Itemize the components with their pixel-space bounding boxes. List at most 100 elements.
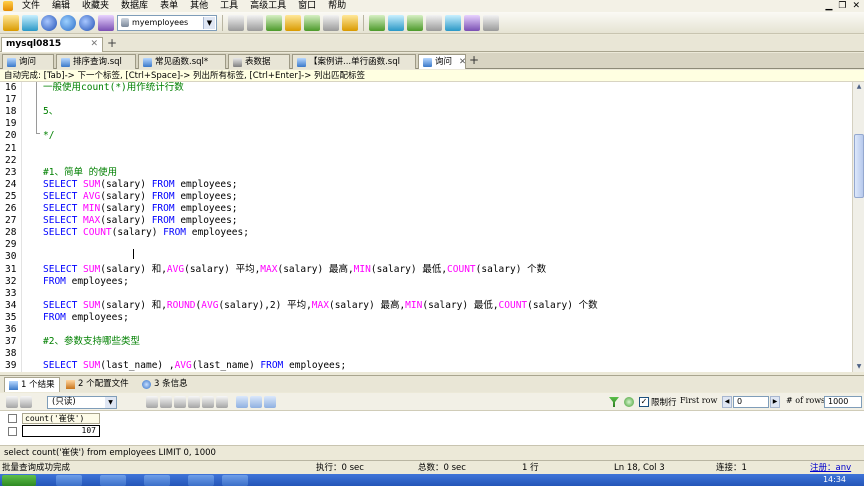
editor-line[interactable]: 29 <box>0 239 852 251</box>
menu-help[interactable]: 帮助 <box>322 0 352 12</box>
taskbar-app-icon[interactable] <box>222 475 248 486</box>
close-icon[interactable]: ✕ <box>459 56 465 69</box>
form-view-icon[interactable] <box>250 395 262 408</box>
execute-all-icon[interactable] <box>60 14 76 31</box>
connection-tab[interactable]: mysql0815 ✕ <box>1 37 103 52</box>
connect-icon[interactable] <box>22 14 38 31</box>
taskbar-app-icon[interactable] <box>188 475 214 486</box>
result-cell[interactable]: 107 <box>22 425 100 437</box>
stop-query-icon[interactable] <box>79 14 95 31</box>
tab-messages[interactable]: 3 条信息 <box>138 377 192 392</box>
editor-line[interactable]: 23 #1、简单 的使用 <box>0 167 852 179</box>
editor-line[interactable]: 17 <box>0 94 852 106</box>
taskbar-app-icon[interactable] <box>56 475 82 486</box>
editor-line[interactable]: 28 SELECT COUNT(salary) FROM employees; <box>0 227 852 239</box>
import-icon[interactable] <box>369 14 385 31</box>
editor-line[interactable]: 35 FROM employees; <box>0 312 852 324</box>
menu-other[interactable]: 其他 <box>184 0 214 12</box>
menu-window[interactable]: 窗口 <box>292 0 322 12</box>
menu-file[interactable]: 文件 <box>16 0 46 12</box>
text-view-icon[interactable] <box>264 395 276 408</box>
editor-line[interactable]: 25 SELECT AVG(salary) FROM employees; <box>0 191 852 203</box>
status-registration[interactable]: 注册：anv <box>810 461 851 475</box>
chevron-down-icon[interactable] <box>20 395 32 408</box>
table-diagnostics-icon[interactable] <box>445 14 461 31</box>
next-page-icon[interactable]: ▶ <box>770 396 780 408</box>
delete-row-icon[interactable] <box>202 395 214 408</box>
chevron-down-icon[interactable]: ▼ <box>203 16 215 29</box>
menu-advanced-tools[interactable]: 高级工具 <box>244 0 292 12</box>
notification-icon[interactable] <box>464 14 480 31</box>
first-row-input[interactable]: 0 <box>733 396 769 408</box>
preferences-icon[interactable] <box>483 14 499 31</box>
restore-icon[interactable]: ❐ <box>838 0 846 12</box>
editor-line[interactable]: 16 一般使用count(*)用作统计行数 <box>0 82 852 94</box>
sync-icon[interactable] <box>388 14 404 31</box>
readonly-select[interactable]: (只读) ▼ <box>47 396 117 409</box>
editor-line[interactable]: 38 <box>0 348 852 360</box>
execute-query-icon[interactable] <box>41 14 57 31</box>
menu-tools[interactable]: 工具 <box>214 0 244 12</box>
editor-line[interactable]: 31 SELECT SUM(salary) 和,AVG(salary) 平均,MA… <box>0 264 852 276</box>
sql-scheduler-icon[interactable] <box>342 14 358 31</box>
new-connection-icon[interactable] <box>3 14 19 31</box>
user-manager-icon[interactable] <box>426 14 442 31</box>
save-icon[interactable] <box>266 14 282 31</box>
scrollbar-thumb[interactable] <box>854 134 864 198</box>
open-file-icon[interactable] <box>247 14 263 31</box>
column-header[interactable]: count('崔侠') <box>22 413 100 424</box>
editor-line[interactable]: 26 SELECT MIN(salary) FROM employees; <box>0 203 852 215</box>
editor-line[interactable]: 18 5、 <box>0 106 852 118</box>
row-checkbox[interactable] <box>8 427 17 436</box>
duplicate-row-icon[interactable] <box>160 395 172 408</box>
previous-page-icon[interactable]: ◀ <box>722 396 732 408</box>
tab-profiles[interactable]: 2 个配置文件 <box>62 377 136 392</box>
backup-icon[interactable] <box>285 14 301 31</box>
editor-line[interactable]: 32 FROM employees; <box>0 276 852 288</box>
insert-row-icon[interactable] <box>174 395 186 408</box>
menu-database[interactable]: 数据库 <box>115 0 154 12</box>
export-icon[interactable] <box>6 395 18 408</box>
editor-line[interactable]: 20 */ <box>0 130 852 142</box>
database-select[interactable]: myemployees ▼ <box>117 14 217 31</box>
query-builder-icon[interactable] <box>323 14 339 31</box>
editor-line[interactable]: 19 <box>0 118 852 130</box>
limit-rows-checkbox[interactable]: ✓ <box>639 397 649 407</box>
add-connection-icon[interactable]: + <box>107 37 119 50</box>
refresh-object-icon[interactable] <box>98 14 114 31</box>
start-button[interactable] <box>2 475 36 486</box>
tab-case-functions[interactable]: 【案例讲...单行函数.sql <box>292 54 416 69</box>
editor-line[interactable]: 30 <box>0 251 852 263</box>
editor-line[interactable]: 27 SELECT MAX(salary) FROM employees; <box>0 215 852 227</box>
sql-editor[interactable]: 16 一般使用count(*)用作统计行数 17 18 5、 19 20 */ 21 22 23 #1… <box>0 82 852 372</box>
rows-count-input[interactable]: 1000 <box>824 396 862 408</box>
save-row-icon[interactable] <box>188 395 200 408</box>
menu-edit[interactable]: 编辑 <box>46 0 76 12</box>
editor-line[interactable]: 36 <box>0 324 852 336</box>
chevron-down-icon[interactable]: ▼ <box>105 397 116 408</box>
taskbar-app-icon[interactable] <box>144 475 170 486</box>
grid-view-icon[interactable] <box>236 395 248 408</box>
close-icon[interactable]: ✕ <box>852 0 860 12</box>
minimize-icon[interactable]: ▁ <box>825 0 832 12</box>
refresh-icon[interactable] <box>624 397 634 407</box>
menu-table[interactable]: 表单 <box>154 0 184 12</box>
add-tab-icon[interactable]: + <box>469 54 479 66</box>
close-icon[interactable]: ✕ <box>90 38 98 51</box>
cancel-edit-icon[interactable] <box>216 395 228 408</box>
menu-favorites[interactable]: 收藏夹 <box>76 0 115 12</box>
select-all-checkbox[interactable] <box>8 414 17 423</box>
schema-designer-icon[interactable] <box>304 14 320 31</box>
editor-line[interactable]: 21 <box>0 143 852 155</box>
scroll-up-icon[interactable]: ▲ <box>854 82 864 92</box>
tab-common-functions[interactable]: 常见函数.sql* <box>138 54 226 69</box>
tab-query-active[interactable]: 询问 ✕ <box>418 54 466 69</box>
copy-row-icon[interactable] <box>146 395 158 408</box>
scroll-down-icon[interactable]: ▼ <box>854 362 864 372</box>
filter-icon[interactable] <box>609 397 619 407</box>
editor-line[interactable]: 24 SELECT SUM(salary) FROM employees; <box>0 179 852 191</box>
editor-line[interactable]: 34 SELECT SUM(salary) 和,ROUND(AVG(salary)… <box>0 300 852 312</box>
editor-vertical-scrollbar[interactable]: ▲ ▼ <box>852 82 864 372</box>
editor-line[interactable]: 39 SELECT SUM(last_name) ,AVG(last_name) … <box>0 360 852 372</box>
tab-query-1[interactable]: 询问 <box>2 54 54 69</box>
